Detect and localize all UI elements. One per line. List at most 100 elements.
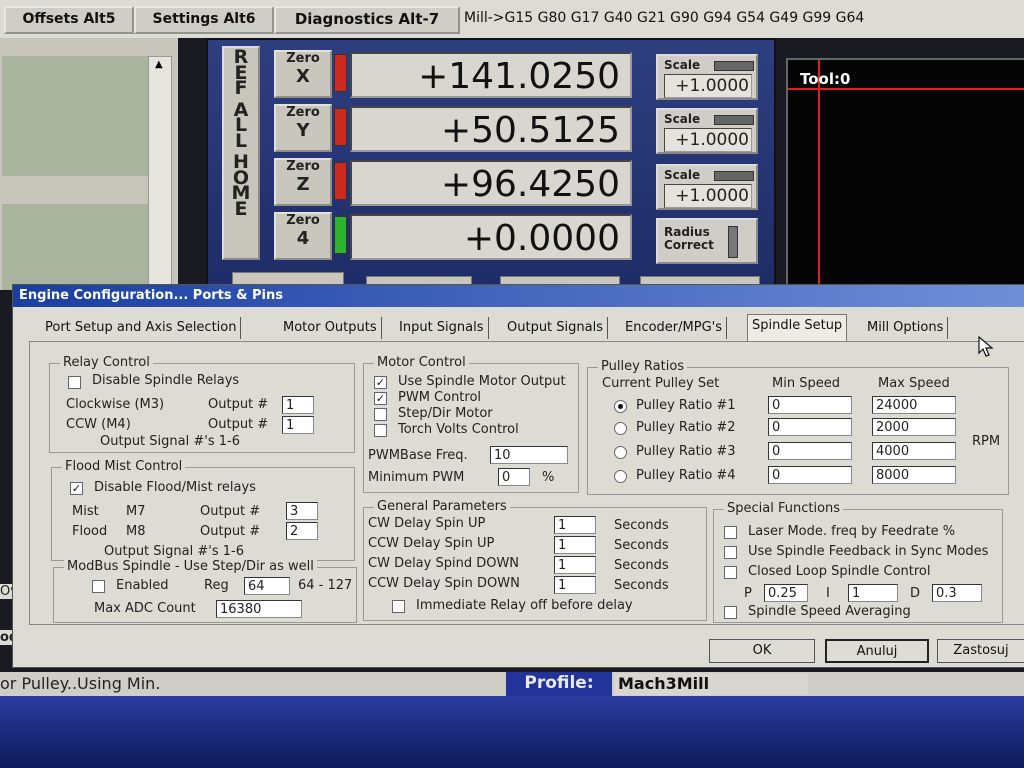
pwm-control-checkbox[interactable]: ✓ [374,392,387,405]
apply-button[interactable]: Zastosuj [937,639,1024,663]
dro-y[interactable]: +50.5125 [350,106,632,152]
min-pwm-input[interactable]: 0 [498,468,530,486]
tab-settings[interactable]: Settings Alt6 [134,6,274,34]
tab-output-signals[interactable]: Output Signals [503,317,608,339]
pulley-2-max[interactable]: 2000 [872,418,956,436]
pulley-1-radio[interactable] [614,400,627,413]
dro-x[interactable]: +141.0250 [350,52,632,98]
toolpath-y-axis [818,60,820,294]
ccw-spin-up-label: CCW Delay Spin UP [368,536,495,551]
disable-spindle-relays-checkbox[interactable] [68,376,81,389]
pulley-4-min[interactable]: 0 [768,466,852,484]
pulley-ratios-group: Pulley Ratios Current Pulley Set Min Spe… [587,359,1009,495]
speed-averaging-label: Spindle Speed Averaging [748,604,911,619]
ccw-spin-down-input[interactable]: 1 [554,576,596,594]
tab-encoder-mpg[interactable]: Encoder/MPG's [621,317,728,339]
pulley-3-min[interactable]: 0 [768,442,852,460]
pulley-4-radio[interactable] [614,470,627,483]
special-functions-group: Special Functions Laser Mode. freq by Fe… [713,501,1003,623]
special-functions-legend: Special Functions [724,501,844,516]
zero-x-button[interactable]: Zero X [274,50,332,98]
modbus-legend: ModBus Spindle - Use Step/Dir as well [64,559,317,574]
tab-input-signals[interactable]: Input Signals [395,317,489,339]
cw-spin-down-input[interactable]: 1 [554,556,596,574]
ref-all-home-button[interactable]: REFALLHOME [222,46,260,260]
modbus-reg-input[interactable]: 64 [244,577,290,595]
tab-port-setup[interactable]: Port Setup and Axis Selection [41,317,242,339]
flood-output-label: Output # [200,524,261,539]
zero-label: Zero [286,213,320,228]
cancel-button[interactable]: Anuluj [825,639,929,663]
p-label: P [744,586,752,601]
dro-4[interactable]: +0.0000 [350,214,632,260]
scale-led [714,171,754,181]
pulley-1-max[interactable]: 24000 [872,396,956,414]
radius-correct-label: Radius Correct [664,225,714,252]
d-label: D [910,586,921,601]
disable-flood-mist-label: Disable Flood/Mist relays [94,480,256,495]
scale-value: +1.0000 [664,74,752,98]
current-pulley-label: Current Pulley Set [602,376,720,391]
pulley-3-max[interactable]: 4000 [872,442,956,460]
ccw-output-input[interactable]: 1 [282,416,314,434]
disable-flood-mist-checkbox[interactable]: ✓ [70,482,83,495]
i-input[interactable]: 1 [848,584,898,602]
left-scrollbar[interactable]: ▲ [148,56,172,292]
zero-z-button[interactable]: Zero Z [274,158,332,206]
zero-y-button[interactable]: Zero Y [274,104,332,152]
tab-mill-options[interactable]: Mill Options [863,317,949,339]
mist-output-input[interactable]: 3 [286,502,318,520]
flood-output-input[interactable]: 2 [286,522,318,540]
scale-z[interactable]: Scale +1.0000 [656,164,758,210]
mouse-cursor-icon [978,335,996,362]
d-input[interactable]: 0.3 [932,584,982,602]
zero-4-button[interactable]: Zero 4 [274,212,332,260]
closed-loop-checkbox[interactable] [724,566,737,579]
gcode-modal-line: Mill->G15 G80 G17 G40 G21 G90 G94 G54 G4… [464,10,865,26]
use-spindle-motor-label: Use Spindle Motor Output [398,374,566,389]
scale-y[interactable]: Scale +1.0000 [656,108,758,154]
pwm-freq-input[interactable]: 10 [490,446,568,464]
p-input[interactable]: 0.25 [764,584,808,602]
cw-label: Clockwise (M3) [66,397,165,412]
cw-output-input[interactable]: 1 [282,396,314,414]
modbus-enabled-checkbox[interactable] [92,580,105,593]
scale-value: +1.0000 [664,184,752,208]
radius-correct-button[interactable]: Radius Correct [656,218,758,264]
torch-volts-checkbox[interactable] [374,424,387,437]
tab-spindle-setup[interactable]: Spindle Setup [747,314,848,341]
left-edge-label-1: Ov [0,584,12,599]
pulley-2-min[interactable]: 0 [768,418,852,436]
mist-code: M7 [126,504,146,519]
flood-label: Flood [72,524,108,539]
spindle-feedback-label: Use Spindle Feedback in Sync Modes [748,544,989,559]
mist-label: Mist [72,504,99,519]
flood-note: Output Signal #'s 1-6 [104,544,244,559]
status-bar: or Pulley..Using Min. Profile: Mach3Mill [0,672,1024,696]
tab-diagnostics[interactable]: Diagnostics Alt-7 [274,6,460,34]
tab-motor-outputs[interactable]: Motor Outputs [279,317,382,339]
tab-offsets[interactable]: Offsets Alt5 [4,6,134,34]
use-spindle-motor-checkbox[interactable]: ✓ [374,376,387,389]
zero-label: Zero [286,51,320,66]
pulley-3-radio[interactable] [614,446,627,459]
ccw-spin-up-input[interactable]: 1 [554,536,596,554]
speed-averaging-checkbox[interactable] [724,606,737,619]
min-pwm-label: Minimum PWM [368,470,465,485]
pulley-4-max[interactable]: 8000 [872,466,956,484]
max-adc-input[interactable]: 16380 [216,600,302,618]
i-label: I [826,586,830,601]
pulley-1-min[interactable]: 0 [768,396,852,414]
spindle-feedback-checkbox[interactable] [724,546,737,559]
zero-label: Zero [286,105,320,120]
cw-spin-down-label: CW Delay Spind DOWN [368,556,520,571]
cw-spin-up-input[interactable]: 1 [554,516,596,534]
ok-button[interactable]: OK [709,639,815,663]
scroll-up-icon[interactable]: ▲ [155,59,163,70]
laser-mode-checkbox[interactable] [724,526,737,539]
immediate-relay-checkbox[interactable] [392,600,405,613]
step-dir-checkbox[interactable] [374,408,387,421]
scale-x[interactable]: Scale +1.0000 [656,54,758,100]
dro-z[interactable]: +96.4250 [350,160,632,206]
pulley-2-radio[interactable] [614,422,627,435]
